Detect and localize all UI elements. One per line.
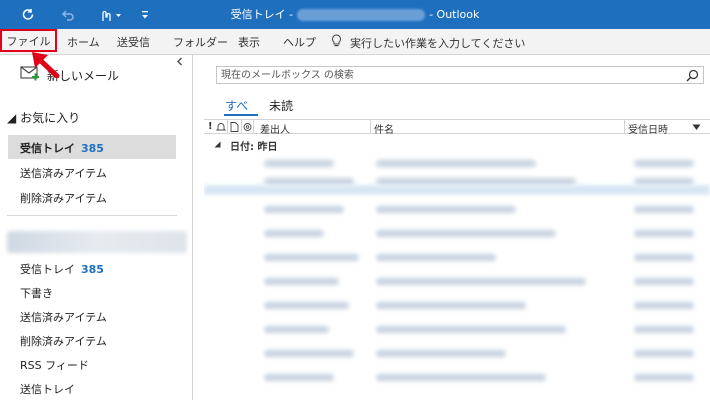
sidebar-item-favorite-inbox[interactable]: 受信トレイ 385 — [8, 135, 176, 159]
search-input[interactable] — [217, 67, 677, 83]
sidebar-item-label: 受信トレイ — [20, 142, 75, 155]
sidebar-item-label: 受信トレイ — [20, 263, 75, 276]
column-from[interactable]: 差出人 — [260, 121, 290, 136]
filter-all[interactable]: すべ — [225, 97, 248, 114]
sidebar-item-sent[interactable]: 送信済みアイテム — [20, 309, 107, 325]
tell-me-box[interactable]: 実行したい作業を入力してください — [331, 34, 525, 51]
document-icon[interactable] — [230, 122, 239, 135]
favorites-label: お気に入り — [20, 111, 81, 125]
tab-home[interactable]: ホーム — [67, 34, 100, 51]
window-title: 受信トレイ - - Outlook — [0, 6, 710, 22]
tab-folder[interactable]: フォルダー — [173, 34, 228, 51]
sidebar-item-outbox[interactable]: 送信トレイ — [20, 381, 75, 397]
sidebar-item-rss[interactable]: RSS フィード — [20, 357, 89, 373]
title-bar: 受信トレイ - - Outlook — [0, 0, 710, 29]
message-list-redacted[interactable] — [204, 155, 710, 400]
window-title-prefix: 受信トレイ - — [230, 8, 294, 21]
reminder-bell-icon[interactable] — [215, 122, 227, 135]
active-filter-indicator — [224, 114, 258, 116]
favorites-header[interactable]: ◢ お気に入り — [7, 109, 80, 126]
collapse-pane-icon[interactable] — [176, 57, 183, 69]
column-importance[interactable]: ! — [208, 121, 213, 132]
ribbon-tabs: ファイル ホーム 送受信 フォルダー 表示 ヘルプ 実行したい作業を入力してくだ… — [0, 29, 710, 55]
sidebar-item-favorite-sent[interactable]: 送信済みアイテム — [20, 165, 107, 181]
annotation-arrow-icon — [30, 50, 60, 81]
column-subject[interactable]: 件名 — [374, 121, 394, 136]
tell-me-text: 実行したい作業を入力してください — [350, 36, 526, 50]
tab-file[interactable]: ファイル — [0, 29, 57, 52]
redacted-account — [297, 9, 426, 21]
sidebar-item-deleted[interactable]: 削除済みアイテム — [20, 333, 107, 349]
tab-help[interactable]: ヘルプ — [283, 34, 316, 51]
sort-arrow-icon[interactable] — [692, 123, 701, 134]
sidebar-item-drafts[interactable]: 下書き — [20, 285, 53, 301]
column-header-row: ! 差出人 件名 受信日時 — [204, 119, 710, 136]
column-received[interactable]: 受信日時 — [628, 121, 668, 136]
unread-count: 385 — [81, 142, 104, 155]
tab-send-receive[interactable]: 送受信 — [117, 34, 150, 51]
group-header-yesterday[interactable]: 日付: 昨日 — [204, 136, 710, 154]
window-title-suffix: - Outlook — [429, 8, 480, 21]
account-name-redacted[interactable] — [7, 231, 187, 253]
collapse-triangle-icon — [214, 140, 221, 151]
group-label: 日付: 昨日 — [230, 142, 278, 153]
filter-unread[interactable]: 未読 — [269, 97, 293, 114]
lightbulb-icon — [331, 34, 342, 51]
folder-pane: 新しいメール ◢ お気に入り 受信トレイ 385 送信済みアイテム 削除済みアイテ… — [0, 55, 193, 400]
unread-count: 385 — [81, 263, 104, 276]
search-icon[interactable] — [686, 69, 699, 85]
collapse-triangle-icon: ◢ — [7, 111, 17, 125]
attachment-icon[interactable] — [243, 122, 252, 135]
search-box — [216, 66, 704, 84]
tab-view[interactable]: 表示 — [238, 34, 260, 51]
mail-list-pane: すべ 未読 ! 差出人 件名 受信日時 日付: 昨日 — [194, 55, 710, 400]
divider — [7, 215, 177, 216]
sidebar-item-inbox[interactable]: 受信トレイ 385 — [20, 261, 104, 277]
sidebar-item-favorite-deleted[interactable]: 削除済みアイテム — [20, 190, 107, 206]
